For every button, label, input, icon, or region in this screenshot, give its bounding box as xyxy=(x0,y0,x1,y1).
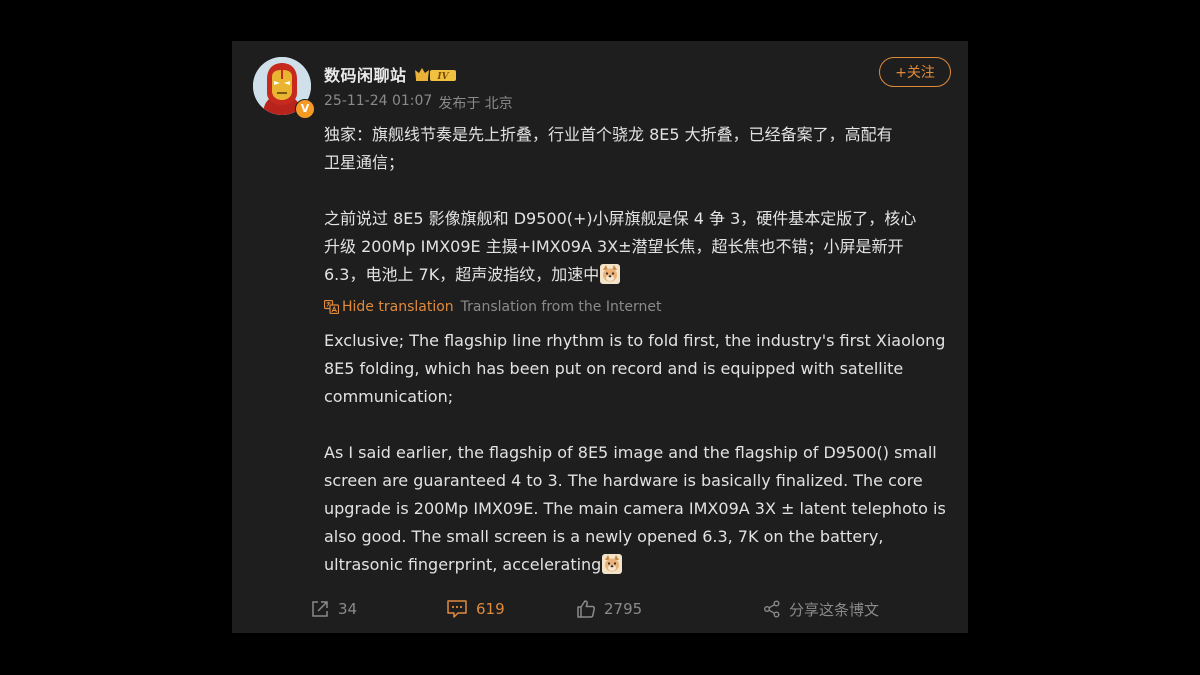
repost-count: 34 xyxy=(338,600,358,618)
hide-translation-link[interactable]: Hide translation xyxy=(324,299,454,315)
translation-source: Translation from the Internet xyxy=(460,299,662,315)
verified-badge: V xyxy=(295,99,315,119)
translate-icon xyxy=(324,300,339,314)
crown-icon: IV xyxy=(414,68,456,82)
repost-icon xyxy=(312,601,328,617)
share-button[interactable]: 分享这条博文 xyxy=(763,597,879,621)
doge-face-icon xyxy=(602,554,623,574)
share-icon xyxy=(764,600,780,618)
repost-button[interactable]: 34 xyxy=(310,597,357,621)
like-button[interactable]: 2795 xyxy=(576,597,642,621)
translated-text-content: Exclusive; The flagship line rhythm is t… xyxy=(324,331,946,574)
post-translated-text: Exclusive; The flagship line rhythm is t… xyxy=(324,327,954,579)
comment-count: 619 xyxy=(476,600,505,618)
post-meta: 25-11-24 01:07 发布于 北京 xyxy=(324,93,513,113)
like-count: 2795 xyxy=(604,600,643,618)
original-text-content: 独家：旗舰线节奏是先上折叠，行业首个骁龙 8E5 大折叠，已经备案了，高配有 卫… xyxy=(324,125,917,284)
post-timestamp[interactable]: 25-11-24 01:07 xyxy=(324,93,432,113)
level-badge-text: IV xyxy=(436,72,449,82)
like-icon xyxy=(577,600,596,618)
comment-button[interactable]: 619 xyxy=(446,597,505,621)
comment-icon xyxy=(447,600,467,618)
follow-button[interactable]: +关注 xyxy=(879,57,951,87)
hide-translation-label: Hide translation xyxy=(342,299,454,315)
share-label: 分享这条博文 xyxy=(789,600,880,619)
post-actions-bar: 34 619 2795 分享这条博文 xyxy=(232,597,968,621)
weibo-post-card: V 数码闲聊站 IV 25-11-24 01:07 发布于 北京 +关注 独家：… xyxy=(232,41,968,633)
level-badge[interactable]: IV xyxy=(413,65,459,83)
doge-face-icon xyxy=(600,264,621,284)
translation-bar: Hide translation Translation from the In… xyxy=(324,297,661,317)
post-location: 发布于 北京 xyxy=(438,96,513,112)
post-original-text: 独家：旗舰线节奏是先上折叠，行业首个骁龙 8E5 大折叠，已经备案了，高配有 卫… xyxy=(324,121,954,289)
author-name[interactable]: 数码闲聊站 xyxy=(324,62,407,86)
author-line: 数码闲聊站 IV xyxy=(324,63,459,85)
